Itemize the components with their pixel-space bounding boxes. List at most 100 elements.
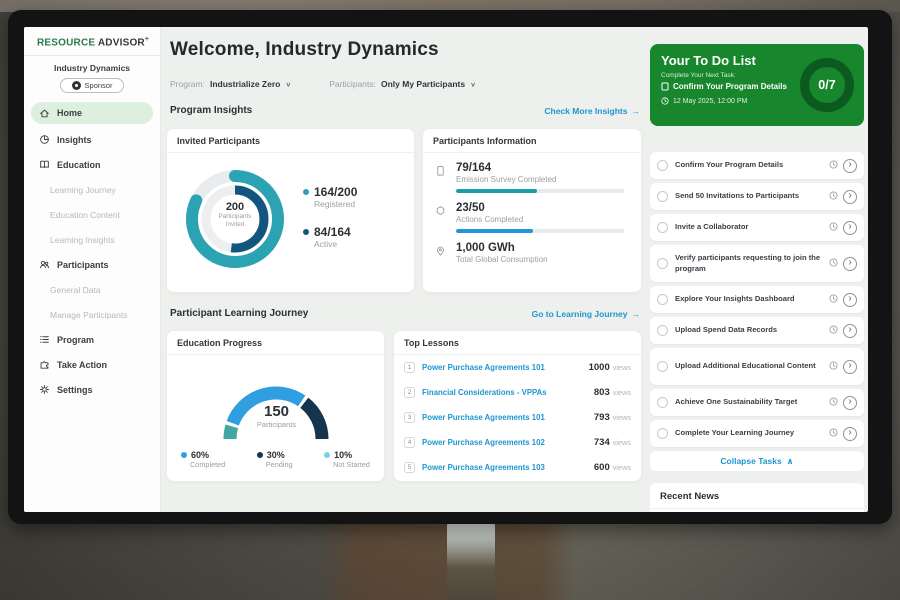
task-invite-collaborator[interactable]: Invite a Collaborator › [650, 214, 864, 241]
legend-dot [303, 189, 309, 195]
sidebar-item-home[interactable]: Home [31, 102, 153, 124]
sidebar-item-general-data[interactable]: General Data [24, 277, 160, 302]
lesson-rank: 1 [404, 362, 415, 373]
todo-progress-ring: 0/7 [800, 58, 854, 112]
section-title: Program Insights [170, 105, 252, 116]
people-icon [38, 259, 50, 271]
clock-icon [829, 361, 838, 372]
chevron-down-icon: ∨ [285, 80, 291, 87]
sponsor-label: Sponsor [85, 81, 113, 90]
task-send-invitations[interactable]: Send 50 Invitations to Participants › [650, 183, 864, 210]
sidebar-item-take-action[interactable]: Take Action [24, 352, 160, 377]
monitor-bezel: RESOURCE ADVISOR+ Industry Dynamics Spon… [8, 10, 892, 524]
clock-icon [829, 325, 838, 336]
legend-completed: 60% Completed [181, 450, 225, 469]
check-more-insights-link[interactable]: Check More Insights → [544, 106, 640, 116]
sponsor-badge[interactable]: Sponsor [60, 78, 124, 93]
invited-donut-chart: 200 Participants Invited [181, 165, 289, 273]
book-icon [38, 159, 50, 171]
go-to-learning-journey-link[interactable]: Go to Learning Journey → [532, 309, 640, 319]
lesson-row: 5 Power Purchase Agreements 103 600 view… [394, 455, 641, 480]
todo-next-task: Confirm Your Program Details [661, 82, 787, 91]
todo-datetime: 12 May 2025, 12:00 PM [661, 97, 747, 105]
task-upload-spend-data[interactable]: Upload Spend Data Records › [650, 317, 864, 344]
monitor-stand [447, 520, 495, 600]
org-name: Industry Dynamics [24, 63, 160, 73]
checkbox[interactable] [657, 258, 668, 269]
brand-secondary: ADVISOR [98, 37, 145, 48]
legend-not-started: 10% Not Started [324, 450, 370, 469]
card-title: Top Lessons [394, 331, 641, 355]
task-confirm-program[interactable]: Confirm Your Program Details › [650, 152, 864, 179]
checkbox[interactable] [657, 222, 668, 233]
donut-legend: 164/200 Registered 84/164 Active [303, 185, 357, 265]
task-achieve-target[interactable]: Achieve One Sustainability Target › [650, 389, 864, 416]
stat-row: 1,000 GWh Total Global Consumption [423, 233, 641, 264]
task-upload-educational-content[interactable]: Upload Additional Educational Content › [650, 348, 864, 385]
chevron-right-button[interactable]: › [843, 396, 857, 410]
stat-row: 23/50 Actions Completed [423, 193, 641, 233]
recent-news-card: Recent News [650, 483, 864, 512]
chevron-right-button[interactable]: › [843, 190, 857, 204]
checkbox[interactable] [657, 325, 668, 336]
sidebar-item-manage-participants[interactable]: Manage Participants [24, 302, 160, 327]
brand-primary: RESOURCE [37, 37, 95, 48]
lesson-link[interactable]: Power Purchase Agreements 102 [422, 438, 594, 447]
document-icon [661, 82, 669, 91]
lesson-link[interactable]: Power Purchase Agreements 103 [422, 463, 594, 472]
participants-filter[interactable]: Participants: Only My Participants ∨ [329, 79, 476, 89]
arrow-right-icon: → [632, 309, 641, 319]
program-filter[interactable]: Program: Industrialize Zero ∨ [170, 79, 291, 89]
sidebar-item-learning-insights[interactable]: Learning Insights [24, 227, 160, 252]
checkbox[interactable] [657, 294, 668, 305]
learning-journey-header: Participant Learning Journey Go to Learn… [170, 308, 640, 319]
card-title: Invited Participants [167, 129, 414, 153]
checkbox[interactable] [657, 428, 668, 439]
lesson-link[interactable]: Power Purchase Agreements 101 [422, 363, 589, 372]
chevron-right-button[interactable]: › [843, 159, 857, 173]
puzzle-icon [38, 359, 50, 371]
sidebar-item-settings[interactable]: Settings [24, 377, 160, 402]
legend-dot [324, 452, 330, 458]
task-list: Confirm Your Program Details › Send 50 I… [650, 152, 864, 471]
clock-icon [829, 160, 838, 171]
clock-icon [829, 258, 838, 269]
task-explore-insights[interactable]: Explore Your Insights Dashboard › [650, 286, 864, 313]
sidebar-item-program[interactable]: Program [24, 327, 160, 352]
brand-logo: RESOURCE ADVISOR+ [24, 27, 160, 55]
section-title: Participant Learning Journey [170, 308, 308, 319]
collapse-tasks-button[interactable]: Collapse Tasks ∧ [650, 451, 864, 471]
chevron-right-button[interactable]: › [843, 360, 857, 374]
lesson-row: 3 Power Purchase Agreements 101 793 view… [394, 405, 641, 430]
lesson-rank: 3 [404, 412, 415, 423]
invited-participants-card: Invited Participants 200 Participants In… [166, 128, 415, 293]
lesson-link[interactable]: Financial Considerations - VPPAs [422, 388, 594, 397]
chevron-right-button[interactable]: › [843, 293, 857, 307]
chevron-right-button[interactable]: › [843, 257, 857, 271]
stat-row: 79/164 Emission Survey Completed [423, 153, 641, 193]
task-complete-learning-journey[interactable]: Complete Your Learning Journey › [650, 420, 864, 447]
task-verify-participants[interactable]: Verify participants requesting to join t… [650, 245, 864, 282]
actions-icon [435, 202, 448, 233]
sidebar-item-participants[interactable]: Participants [24, 252, 160, 277]
checkbox[interactable] [657, 160, 668, 171]
top-lessons-card: Top Lessons 1 Power Purchase Agreements … [393, 330, 642, 482]
chevron-right-button[interactable]: › [843, 324, 857, 338]
card-title: Education Progress [167, 331, 384, 355]
checkbox[interactable] [657, 361, 668, 372]
lesson-rank: 5 [404, 462, 415, 473]
checkbox[interactable] [657, 397, 668, 408]
chevron-right-button[interactable]: › [843, 221, 857, 235]
lesson-row: 4 Power Purchase Agreements 102 734 view… [394, 430, 641, 455]
lesson-link[interactable]: Power Purchase Agreements 101 [422, 413, 594, 422]
sidebar-item-education-content[interactable]: Education Content [24, 202, 160, 227]
survey-icon [435, 162, 448, 193]
clock-icon [661, 97, 669, 105]
sidebar-item-insights[interactable]: Insights [24, 127, 160, 152]
clock-icon [829, 294, 838, 305]
sidebar-item-learning-journey[interactable]: Learning Journey [24, 177, 160, 202]
chevron-right-button[interactable]: › [843, 427, 857, 441]
checkbox[interactable] [657, 191, 668, 202]
arrow-right-icon: → [632, 106, 641, 116]
sidebar-item-education[interactable]: Education [24, 152, 160, 177]
